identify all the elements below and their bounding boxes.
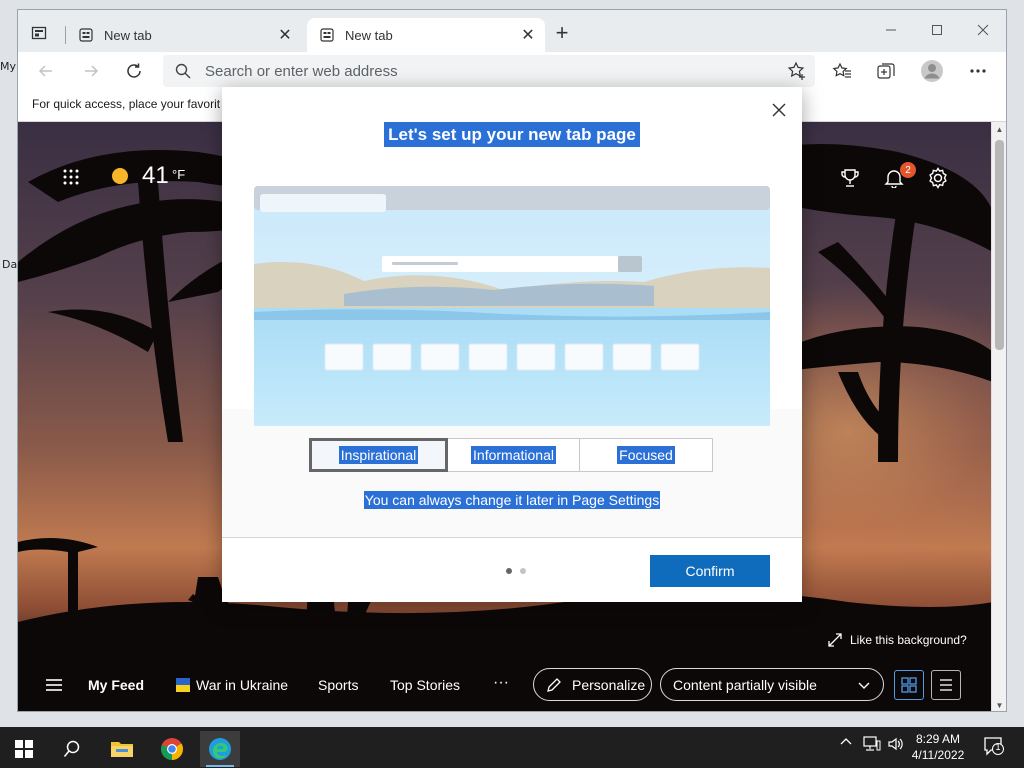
scroll-up-arrow-icon[interactable]: ▲ — [992, 122, 1006, 137]
page-dot — [520, 568, 526, 574]
like-background-label: Like this background? — [850, 633, 967, 647]
dialog-options-area — [222, 409, 802, 537]
window-close-icon[interactable] — [960, 16, 1006, 44]
weather-unit: °F — [172, 167, 186, 182]
start-windows-icon[interactable] — [4, 731, 44, 767]
content-visibility-label: Content partially visible — [673, 676, 817, 693]
feed-tab-label: War in Ukraine — [196, 677, 289, 693]
favorites-bar-hint: For quick access, place your favorit — [32, 97, 221, 111]
minimize-icon[interactable] — [868, 16, 914, 44]
page-scrollbar[interactable]: ▲ ▼ — [991, 122, 1006, 711]
expand-arrows-icon — [828, 633, 842, 647]
desktop-icon-label-fragment: My — [0, 60, 17, 73]
sunny-weather-icon[interactable] — [110, 166, 130, 186]
option-label: Informational — [471, 446, 556, 464]
list-layout-button[interactable] — [931, 670, 961, 700]
dialog-footer: Confirm — [222, 537, 802, 602]
option-focused[interactable]: Focused — [580, 438, 713, 472]
option-informational[interactable]: Informational — [448, 438, 580, 472]
windows-taskbar: 8:29 AM 4/11/2022 1 — [0, 727, 1024, 768]
address-bar[interactable] — [163, 55, 815, 87]
personalize-button[interactable]: Personalize — [533, 668, 652, 701]
page-settings-gear-icon[interactable] — [925, 165, 951, 191]
more-options-icon[interactable] — [964, 57, 992, 85]
weather-temperature[interactable]: 41 — [142, 162, 169, 190]
setup-dialog: Let's set up your new tab page Inspirati… — [222, 87, 802, 602]
tab-title: New tab — [104, 27, 152, 43]
feed-tab-my-feed[interactable]: My Feed — [88, 677, 144, 693]
new-tab-plus-icon[interactable]: + — [551, 22, 573, 45]
rewards-trophy-icon[interactable] — [838, 166, 862, 190]
option-inspirational[interactable]: Inspirational — [309, 438, 448, 472]
search-icon — [175, 63, 191, 79]
show-hidden-icons-chevron-icon[interactable] — [838, 736, 854, 748]
ukraine-flag-icon — [176, 678, 190, 692]
pencil-icon — [547, 677, 561, 692]
dialog-title: Let's set up your new tab page — [222, 122, 802, 147]
dialog-close-icon[interactable] — [768, 99, 790, 121]
desktop-icon-label-fragment: Da — [2, 258, 18, 271]
system-clock[interactable]: 8:29 AM 4/11/2022 — [898, 731, 978, 763]
notification-badge-count: 1 — [995, 742, 1001, 752]
dialog-title-text: Let's set up your new tab page — [384, 122, 640, 147]
action-center-notification-icon[interactable]: 1 — [982, 736, 1006, 756]
edge-browser-icon[interactable] — [200, 731, 240, 767]
back-arrow-icon[interactable] — [32, 57, 60, 85]
new-tab-page-icon — [78, 27, 94, 43]
scroll-thumb[interactable] — [995, 140, 1004, 350]
clock-date: 4/11/2022 — [911, 748, 965, 762]
page-dot-active — [506, 568, 512, 574]
notification-count-badge: 2 — [900, 162, 916, 178]
tab-actions-icon — [31, 26, 47, 40]
page-indicator — [506, 568, 526, 574]
content-visibility-dropdown[interactable]: Content partially visible — [660, 668, 884, 701]
like-background-link[interactable]: Like this background? — [828, 633, 967, 647]
grid-layout-icon — [901, 677, 917, 693]
apps-launcher-icon[interactable] — [60, 166, 82, 188]
feed-navigation-bar: My Feed War in Ukraine Sports Top Storie… — [18, 662, 993, 711]
network-icon[interactable] — [862, 736, 882, 752]
layout-options-group: Inspirational Informational Focused — [309, 438, 713, 472]
feed-more-icon[interactable]: ··· — [493, 674, 509, 692]
list-layout-icon — [940, 679, 952, 691]
feed-tab-top-stories[interactable]: Top Stories — [390, 677, 460, 693]
tab-new-tab-inactive[interactable]: New tab ✕ — [66, 18, 302, 52]
add-favorite-star-icon[interactable] — [787, 61, 807, 81]
favorites-icon[interactable] — [828, 57, 856, 85]
address-input[interactable] — [205, 59, 765, 83]
forward-arrow-icon[interactable] — [77, 57, 105, 85]
clock-time: 8:29 AM — [915, 732, 961, 746]
feed-tab-war-in-ukraine[interactable]: War in Ukraine — [176, 677, 288, 693]
dialog-note-text: You can always change it later in Page S… — [363, 491, 661, 509]
collections-icon[interactable] — [872, 57, 900, 85]
option-label: Inspirational — [338, 446, 419, 464]
feed-tab-sports[interactable]: Sports — [318, 677, 358, 693]
profile-avatar-icon[interactable] — [918, 57, 946, 85]
hamburger-menu-icon[interactable] — [44, 676, 66, 694]
navigation-bar — [18, 52, 1006, 90]
active-app-indicator — [206, 765, 234, 767]
dialog-note: You can always change it later in Page S… — [222, 491, 802, 509]
chrome-browser-icon[interactable] — [152, 731, 192, 767]
tab-close-icon[interactable]: ✕ — [517, 24, 539, 46]
option-label: Focused — [617, 446, 675, 464]
maximize-icon[interactable] — [914, 16, 960, 44]
tab-title: New tab — [345, 27, 393, 43]
confirm-button[interactable]: Confirm — [650, 555, 770, 587]
personalize-label: Personalize — [572, 676, 646, 693]
new-tab-page-icon — [319, 27, 335, 43]
taskbar-search-icon[interactable] — [52, 731, 92, 767]
tab-actions-button[interactable] — [30, 24, 48, 42]
scroll-down-arrow-icon[interactable]: ▼ — [992, 698, 1006, 711]
tab-strip: New tab ✕ New tab ✕ + — [18, 10, 1006, 52]
file-explorer-icon[interactable] — [102, 731, 142, 767]
grid-layout-button[interactable] — [894, 670, 924, 700]
tab-new-tab-active[interactable]: New tab ✕ — [307, 18, 545, 52]
refresh-icon[interactable] — [120, 57, 148, 85]
chevron-down-icon — [858, 682, 870, 689]
tab-close-icon[interactable]: ✕ — [274, 24, 296, 46]
layout-preview-illustration — [254, 186, 770, 426]
